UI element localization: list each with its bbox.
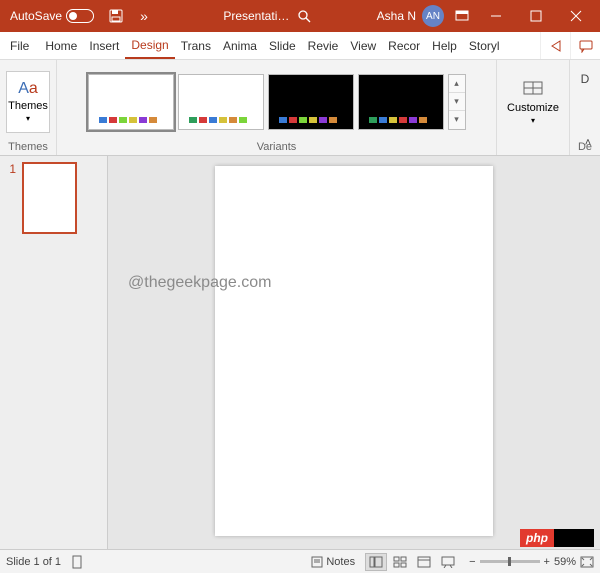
tab-storyboard[interactable]: Storyl: [463, 32, 506, 59]
zoom-in-button[interactable]: +: [544, 556, 550, 568]
document-title: Presentati…: [223, 9, 289, 23]
group-variants-label: Variants: [257, 139, 297, 153]
notes-label: Notes: [326, 556, 355, 568]
notes-icon: [311, 556, 323, 568]
zoom-out-button[interactable]: −: [469, 556, 475, 568]
tab-recording[interactable]: Recor: [382, 32, 426, 59]
tab-review[interactable]: Revie: [302, 32, 345, 59]
thumbnail-pane[interactable]: 1: [0, 156, 108, 549]
accessibility-icon[interactable]: [71, 555, 83, 569]
themes-button-label: Themes: [8, 100, 48, 112]
variant-thumb-3[interactable]: [358, 74, 444, 130]
variant-thumb-2[interactable]: [268, 74, 354, 130]
group-themes-label: Themes: [8, 139, 48, 153]
zoom-slider[interactable]: [480, 560, 540, 563]
fit-window-button[interactable]: [580, 556, 594, 568]
slide-canvas-area[interactable]: @thegeekpage.com php: [108, 156, 600, 549]
autosave-toggle[interactable]: [66, 9, 94, 23]
chevron-down-icon: ▾: [26, 114, 30, 123]
view-slideshow-button[interactable]: [437, 553, 459, 571]
designer-initial: D: [581, 72, 590, 86]
collapse-ribbon-icon[interactable]: ˄: [580, 135, 596, 151]
tab-animations[interactable]: Anima: [217, 32, 263, 59]
slide-canvas[interactable]: [215, 166, 493, 536]
php-badge-text: php: [520, 529, 554, 547]
editor-area: 1 @thegeekpage.com php: [0, 156, 600, 549]
user-name: Asha N: [377, 9, 416, 23]
php-badge: php: [520, 529, 594, 547]
slide-counter: Slide 1 of 1: [6, 556, 61, 568]
group-themes: Aa Themes ▾ Themes: [0, 60, 57, 155]
thumbnail-number: 1: [4, 162, 16, 234]
group-variants: ▴▾▾ Variants: [57, 60, 497, 155]
notes-button[interactable]: Notes: [311, 556, 355, 568]
tab-view[interactable]: View: [344, 32, 382, 59]
view-normal-button[interactable]: [365, 553, 387, 571]
user-account[interactable]: Asha N AN: [377, 5, 444, 27]
themes-button[interactable]: Aa Themes ▾: [6, 71, 50, 133]
status-bar: Slide 1 of 1 Notes − + 59%: [0, 549, 600, 573]
view-sorter-button[interactable]: [389, 553, 411, 571]
thumbnail-slide[interactable]: [22, 162, 77, 234]
tab-insert[interactable]: Insert: [83, 32, 125, 59]
tab-file[interactable]: File: [0, 32, 39, 59]
maximize-button[interactable]: [516, 0, 556, 32]
view-reading-button[interactable]: [413, 553, 435, 571]
search-icon[interactable]: [297, 9, 311, 23]
zoom-controls: − + 59%: [469, 556, 594, 568]
zoom-percent[interactable]: 59%: [554, 556, 576, 568]
chevron-down-icon: ▾: [531, 116, 535, 125]
themes-icon: Aa: [18, 80, 38, 98]
customize-button[interactable]: Customize ▾: [503, 71, 563, 133]
comments-icon[interactable]: [570, 32, 600, 59]
minimize-button[interactable]: [476, 0, 516, 32]
variants-more-button[interactable]: ▴▾▾: [448, 74, 466, 130]
customize-icon: [522, 78, 544, 100]
variant-thumb-0[interactable]: [88, 74, 174, 130]
thumbnail-row: 1: [4, 162, 103, 234]
tab-design[interactable]: Design: [125, 32, 174, 59]
tab-slideshow[interactable]: Slide: [263, 32, 302, 59]
ribbon-display-icon[interactable]: [448, 2, 476, 30]
ribbon: Aa Themes ▾ Themes ▴▾▾ Variants Customiz…: [0, 60, 600, 156]
share-icon[interactable]: [540, 32, 570, 59]
title-bar: AutoSave » Presentati… Asha N AN: [0, 0, 600, 32]
tab-help[interactable]: Help: [426, 32, 463, 59]
group-customize: Customize ▾: [497, 60, 570, 155]
user-avatar: AN: [422, 5, 444, 27]
ribbon-tabs: File Home Insert Design Trans Anima Slid…: [0, 32, 600, 60]
close-button[interactable]: [556, 0, 596, 32]
autosave-label: AutoSave: [10, 9, 62, 23]
tab-transitions[interactable]: Trans: [175, 32, 217, 59]
tab-home[interactable]: Home: [39, 32, 83, 59]
save-icon[interactable]: [102, 2, 130, 30]
overflow-icon[interactable]: »: [130, 2, 158, 30]
variant-thumb-1[interactable]: [178, 74, 264, 130]
customize-label: Customize: [507, 102, 559, 114]
